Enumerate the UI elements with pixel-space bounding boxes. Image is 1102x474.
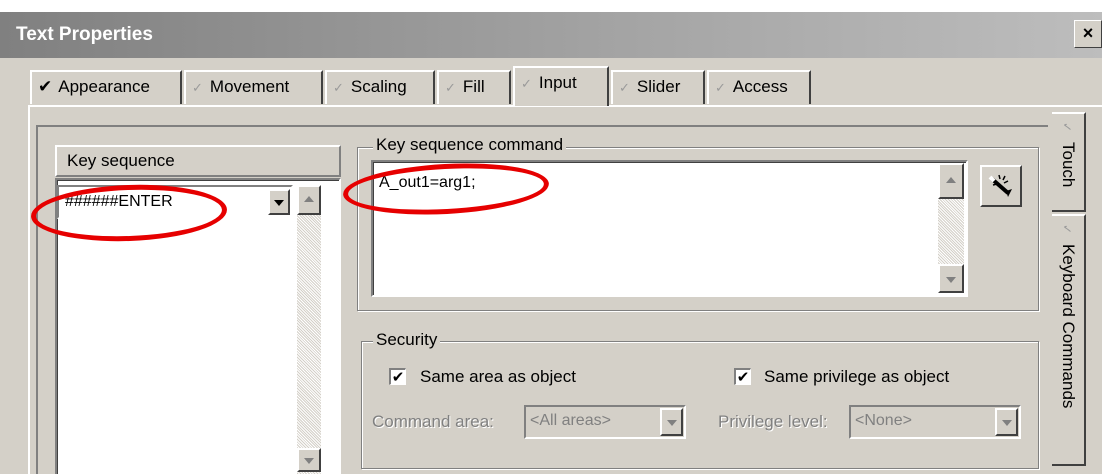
close-icon: × — [1082, 23, 1094, 43]
window-title: Text Properties — [16, 24, 153, 45]
command-area-value: <All areas> — [530, 412, 611, 429]
command-wizard-button[interactable] — [980, 165, 1022, 207]
tab-access[interactable]: ✓ Access — [707, 70, 811, 104]
privilege-level-value: <None> — [855, 412, 912, 429]
key-sequence-dropdown-button[interactable] — [268, 189, 290, 215]
title-bar: Text Properties × — [0, 12, 1102, 58]
checkmark-icon: ✔ — [38, 77, 53, 96]
command-group-label: Key sequence command — [373, 135, 567, 155]
tab-appearance[interactable]: ✔ Appearance — [30, 70, 182, 104]
chevron-down-icon — [274, 200, 284, 206]
side-tab-keyboard-commands[interactable]: ✓ Keyboard Commands — [1052, 214, 1086, 466]
close-button[interactable]: × — [1074, 20, 1102, 48]
tab-slider[interactable]: ✓ Slider — [611, 70, 705, 104]
tab-fill[interactable]: ✓ Fill — [437, 70, 511, 104]
chevron-down-icon — [304, 458, 314, 464]
scroll-down-button[interactable] — [297, 448, 321, 472]
tab-label: Slider — [636, 77, 681, 96]
tab-label: Access — [732, 77, 788, 96]
command-area-label: Command area: — [372, 412, 494, 431]
same-privilege-label[interactable]: Same privilege as object — [764, 367, 949, 387]
tab-input[interactable]: ✓ Input — [513, 66, 609, 106]
top-margin — [0, 0, 1102, 12]
security-group-label: Security — [373, 330, 441, 350]
checkmark-icon: ✓ — [192, 80, 203, 95]
key-sequence-header-label: Key sequence — [67, 151, 175, 170]
command-area-dropdown-button[interactable] — [660, 408, 683, 436]
checkmark-icon: ✓ — [521, 76, 532, 91]
checkmark-icon: ✔ — [391, 368, 405, 386]
scroll-up-button[interactable] — [297, 185, 321, 215]
tab-label: Scaling — [350, 77, 407, 96]
chevron-down-icon — [946, 276, 956, 283]
checkmark-icon: ✓ — [1060, 223, 1075, 235]
tab-label: Appearance — [58, 77, 150, 96]
command-scroll-up-button[interactable] — [938, 163, 964, 199]
command-scroll-down-button[interactable] — [938, 264, 964, 293]
checkmark-icon: ✓ — [333, 80, 344, 95]
key-sequence-header: Key sequence — [55, 145, 341, 177]
checkmark-icon: ✓ — [445, 80, 456, 95]
checkmark-icon: ✔ — [736, 368, 750, 386]
tab-label: Fill — [462, 77, 485, 96]
chevron-down-icon — [1001, 420, 1012, 426]
text-properties-dialog: Text Properties × ✔ Appearance ✓ Movement … — [0, 0, 1102, 474]
checkmark-icon: ✓ — [1060, 121, 1075, 133]
checkmark-icon: ✓ — [619, 80, 630, 95]
tab-scaling[interactable]: ✓ Scaling — [325, 70, 435, 104]
same-area-label[interactable]: Same area as object — [420, 367, 576, 387]
same-privilege-checkbox[interactable]: ✔ — [734, 368, 751, 385]
tab-movement[interactable]: ✓ Movement — [184, 70, 323, 104]
privilege-level-dropdown-button[interactable] — [995, 408, 1018, 436]
side-tab-touch[interactable]: ✓ Touch — [1052, 112, 1086, 212]
tab-label: Movement — [209, 77, 290, 96]
chevron-down-icon — [666, 420, 677, 426]
tab-label: Input — [538, 73, 577, 92]
chevron-up-icon — [304, 196, 314, 202]
key-sequence-scrollbar[interactable] — [297, 185, 321, 474]
same-area-checkbox[interactable]: ✔ — [389, 368, 406, 385]
side-tab-label: Keyboard Commands — [1059, 244, 1078, 409]
wand-icon — [988, 174, 1012, 197]
chevron-up-icon — [946, 177, 956, 183]
privilege-level-label: Privilege level: — [718, 412, 828, 431]
side-tab-label: Touch — [1059, 142, 1078, 188]
checkmark-icon: ✓ — [715, 80, 726, 95]
